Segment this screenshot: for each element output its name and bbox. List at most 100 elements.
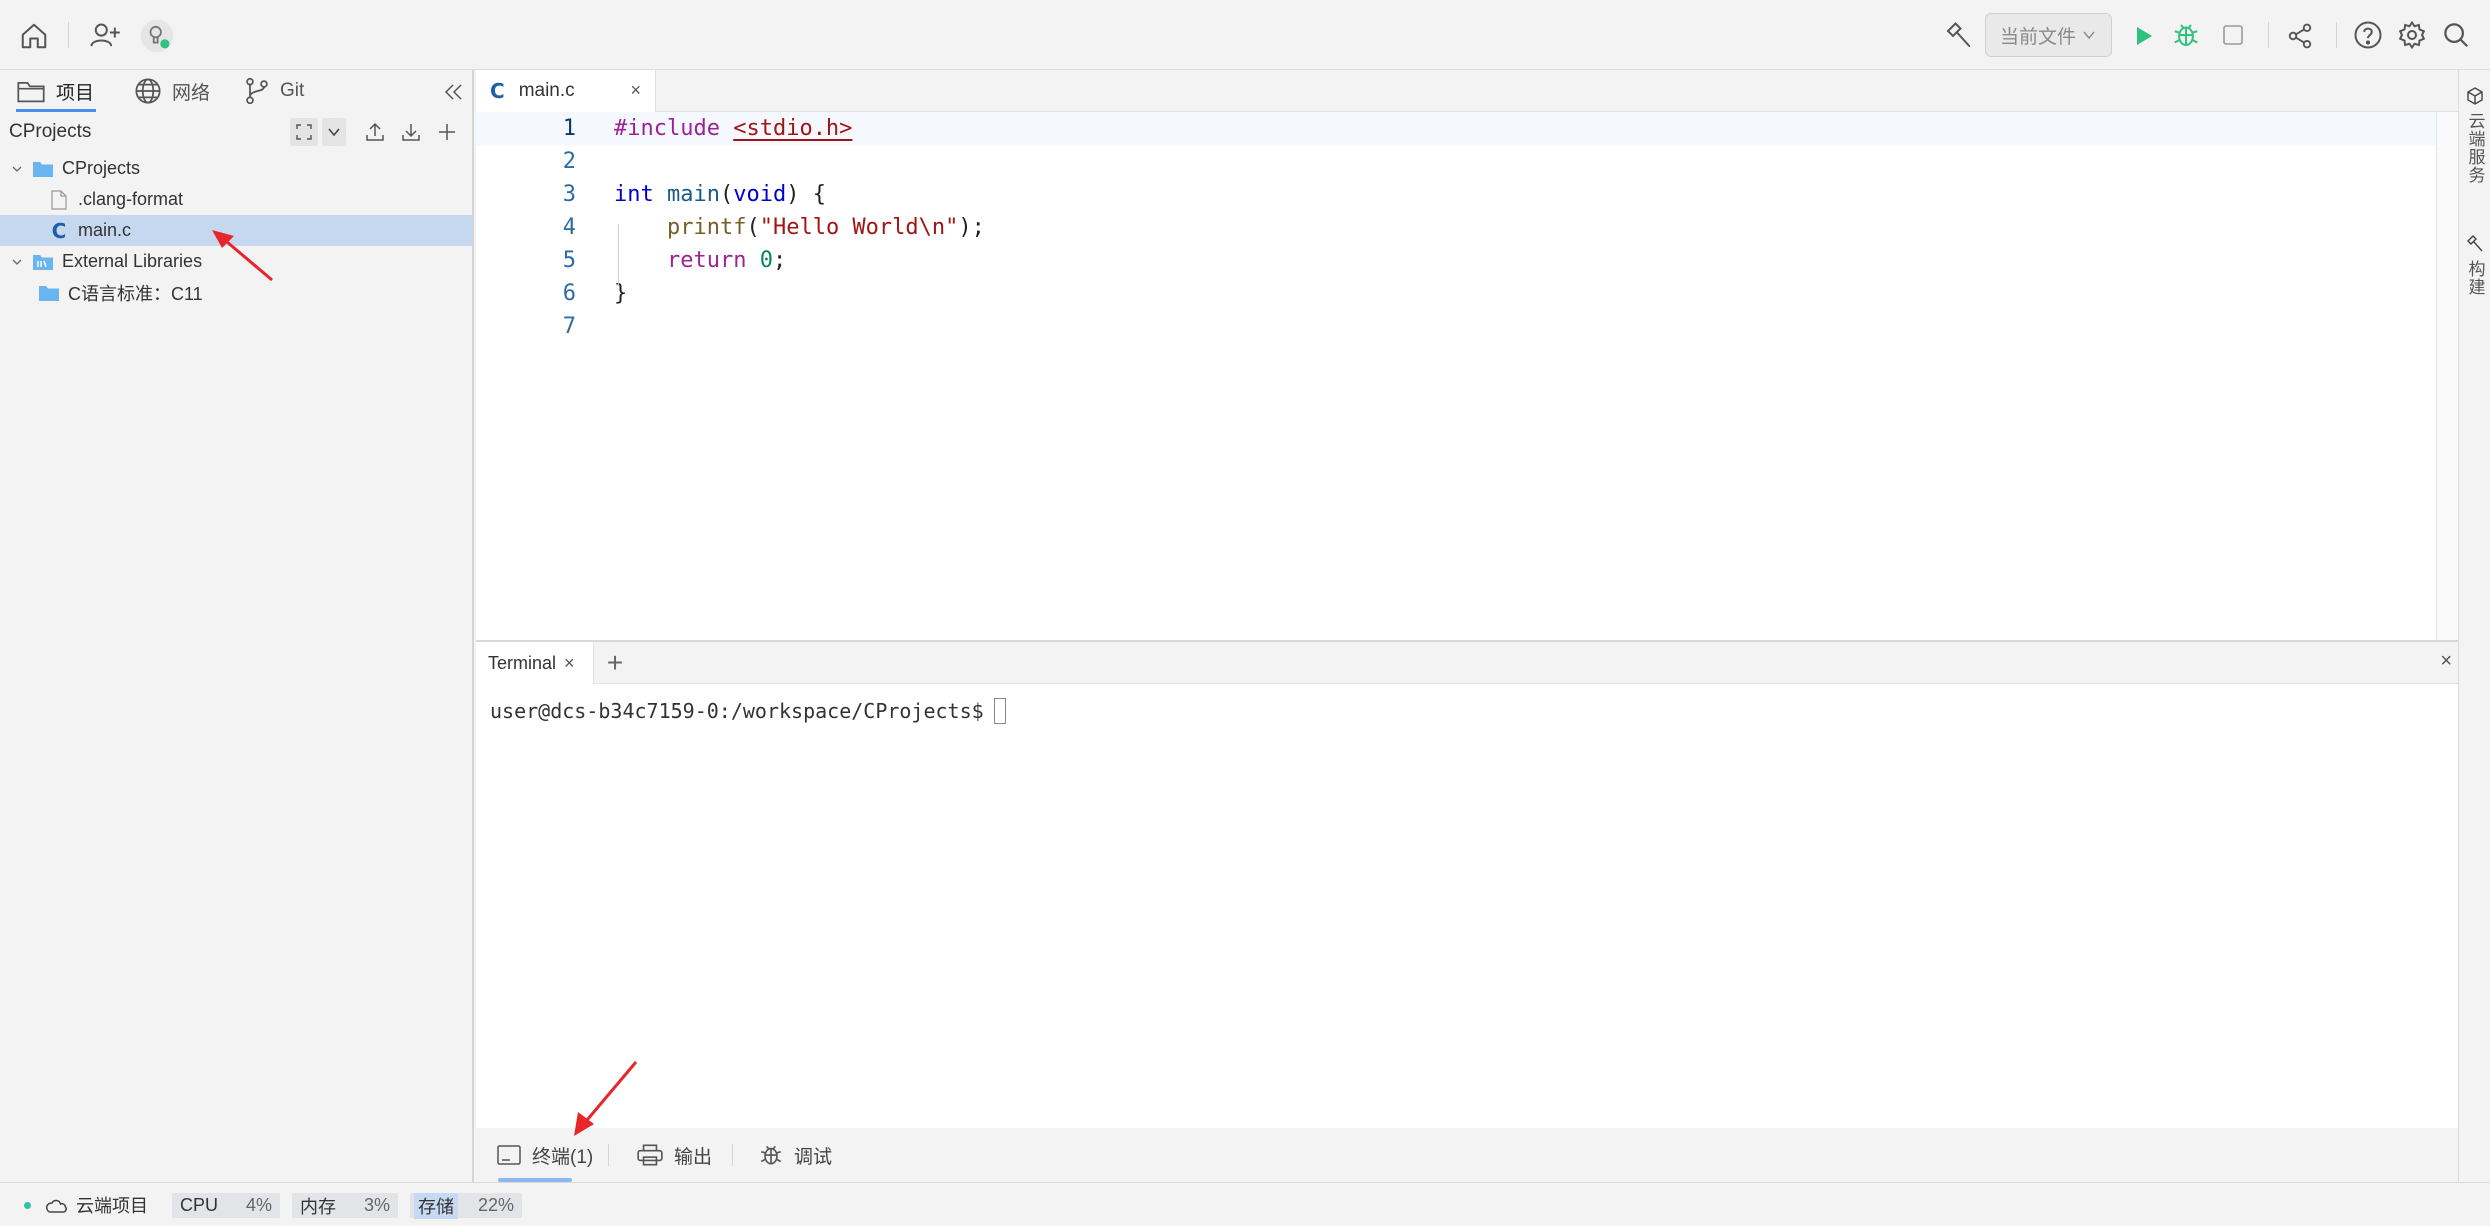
tab-network-label: 网络 xyxy=(172,82,211,104)
code-token: #include xyxy=(614,116,720,141)
status-bar: 云端项目 CPU 4% 内存 3% 存储 22% xyxy=(0,1182,2490,1226)
share-icon[interactable] xyxy=(2284,20,2316,52)
editor-scrollbar[interactable] xyxy=(2436,112,2458,640)
tree-folder-external-libraries[interactable]: External Libraries xyxy=(0,246,472,277)
code-editor[interactable]: 1 #include <stdio.h> 2 3 int main(void) … xyxy=(476,112,2436,640)
line-number: 7 xyxy=(562,314,576,339)
cpu-usage: CPU 4% xyxy=(172,1193,280,1218)
add-terminal-button[interactable]: + xyxy=(600,647,630,678)
tree-file-clang-format[interactable]: .clang-format xyxy=(0,184,472,215)
project-header-title: CProjects xyxy=(9,121,92,142)
hammer-icon[interactable] xyxy=(1942,20,1974,52)
code-token: "Hello World\n" xyxy=(759,215,959,240)
expand-collapse-icon[interactable] xyxy=(290,118,318,146)
file-icon xyxy=(48,189,70,210)
tab-project[interactable]: 项目 xyxy=(16,70,100,112)
terminal-tab-bar: Terminal × + × xyxy=(476,642,2458,684)
editor-tab-bar: C main.c × xyxy=(476,70,2458,112)
git-branch-icon xyxy=(246,77,268,105)
library-folder-icon xyxy=(32,252,54,272)
code-line: 7 xyxy=(476,310,2436,343)
lightbulb-icon[interactable] xyxy=(140,19,174,53)
code-token: printf xyxy=(666,215,747,240)
tree-file-main-c[interactable]: C main.c xyxy=(0,215,472,246)
home-icon[interactable] xyxy=(18,20,50,52)
help-icon[interactable] xyxy=(2352,19,2384,51)
tab-network[interactable]: 网络 xyxy=(134,70,224,112)
indent-guide xyxy=(618,224,619,286)
close-icon[interactable]: × xyxy=(630,80,641,101)
tool-tab-divider xyxy=(608,1144,609,1166)
code-line: 1 #include <stdio.h> xyxy=(476,112,2436,145)
line-number: 4 xyxy=(562,215,576,240)
rail-cloud-services[interactable]: 云端服务 xyxy=(2459,86,2490,184)
globe-icon xyxy=(135,78,161,104)
terminal-tab[interactable]: Terminal × xyxy=(476,642,594,684)
chevron-down-icon[interactable] xyxy=(10,163,24,175)
storage-value: 22% xyxy=(477,1195,514,1215)
close-panel-icon[interactable]: × xyxy=(2440,650,2452,673)
terminal-output[interactable]: user@dcs-b34c7159-0:/workspace/CProjects… xyxy=(490,698,1006,724)
memory-label: 内存 xyxy=(300,1196,336,1217)
line-number: 3 xyxy=(562,182,576,207)
tool-tab-output[interactable]: 输出 xyxy=(636,1128,726,1182)
download-icon[interactable] xyxy=(396,118,426,146)
toolbar-divider xyxy=(2336,22,2337,48)
connection-status-dot xyxy=(24,1202,31,1209)
rail-build-label: 构建 xyxy=(2465,260,2485,296)
tool-tab-terminal-label: 终端(1) xyxy=(532,1146,594,1168)
run-icon[interactable] xyxy=(2128,21,2158,51)
tab-project-label: 项目 xyxy=(56,82,95,104)
terminal-panel: Terminal × + × user@dcs-b34c7159-0:/work… xyxy=(476,640,2458,1128)
cloud-project-status[interactable]: 云端项目 xyxy=(44,1191,148,1219)
line-number: 6 xyxy=(562,281,576,306)
code-line: 5 return 0; xyxy=(476,244,2436,277)
upload-icon[interactable] xyxy=(360,118,390,146)
bug-icon xyxy=(760,1145,782,1165)
bottom-tool-tabs: 终端(1) 输出 调试 xyxy=(476,1128,2458,1182)
add-icon[interactable] xyxy=(432,118,462,146)
editor-tab-main-c[interactable]: C main.c × xyxy=(476,70,656,112)
editor-tab-label: main.c xyxy=(518,80,575,101)
toolbar-divider xyxy=(2268,22,2269,48)
tool-tab-debug-label: 调试 xyxy=(794,1146,833,1168)
add-user-icon[interactable] xyxy=(88,19,122,51)
hammer-icon xyxy=(2467,235,2483,252)
run-configuration-select[interactable]: 当前文件 xyxy=(1985,13,2112,57)
tab-git[interactable]: Git xyxy=(244,70,324,112)
search-icon[interactable] xyxy=(2440,19,2472,51)
tree-folder-c-standard[interactable]: C语言标准：C11 xyxy=(0,277,472,308)
rail-build[interactable]: 构建 xyxy=(2459,234,2490,296)
folder-icon xyxy=(38,283,60,303)
code-line: 2 xyxy=(476,145,2436,178)
storage-usage: 存储 22% xyxy=(410,1192,522,1219)
chevron-down-icon[interactable] xyxy=(10,256,24,268)
stop-icon[interactable] xyxy=(2218,20,2248,50)
cloud-project-label: 云端项目 xyxy=(76,1196,148,1216)
cpu-label: CPU xyxy=(180,1195,219,1215)
code-line: 6 } xyxy=(476,277,2436,310)
terminal-icon xyxy=(497,1145,521,1165)
tool-tab-terminal[interactable]: 终端(1) xyxy=(496,1128,616,1182)
terminal-prompt: user@dcs-b34c7159-0:/workspace/CProjects… xyxy=(490,699,984,723)
tool-tab-debug[interactable]: 调试 xyxy=(758,1128,848,1182)
settings-icon[interactable] xyxy=(2396,19,2428,51)
project-tree: CProjects .clang-format C main.c Externa… xyxy=(0,153,472,308)
line-number: 5 xyxy=(562,248,576,273)
chevron-down-icon[interactable] xyxy=(322,118,346,146)
tool-tab-divider xyxy=(732,1144,733,1166)
cube-icon xyxy=(2467,87,2483,105)
memory-value: 3% xyxy=(363,1195,390,1215)
tree-item-label: C语言标准：C11 xyxy=(68,283,203,304)
code-token: ) { xyxy=(786,182,826,207)
tree-folder-cprojects[interactable]: CProjects xyxy=(0,153,472,184)
debug-icon[interactable] xyxy=(2170,19,2202,51)
tree-item-label: .clang-format xyxy=(78,189,184,209)
rail-cloud-services-label: 云端服务 xyxy=(2465,112,2485,184)
cloud-icon xyxy=(46,1199,67,1213)
close-icon[interactable]: × xyxy=(564,653,575,674)
collapse-sidebar-icon[interactable] xyxy=(442,80,466,104)
toolbar-divider xyxy=(68,22,69,48)
tree-item-label: main.c xyxy=(78,220,132,240)
cpu-value: 4% xyxy=(245,1195,272,1215)
